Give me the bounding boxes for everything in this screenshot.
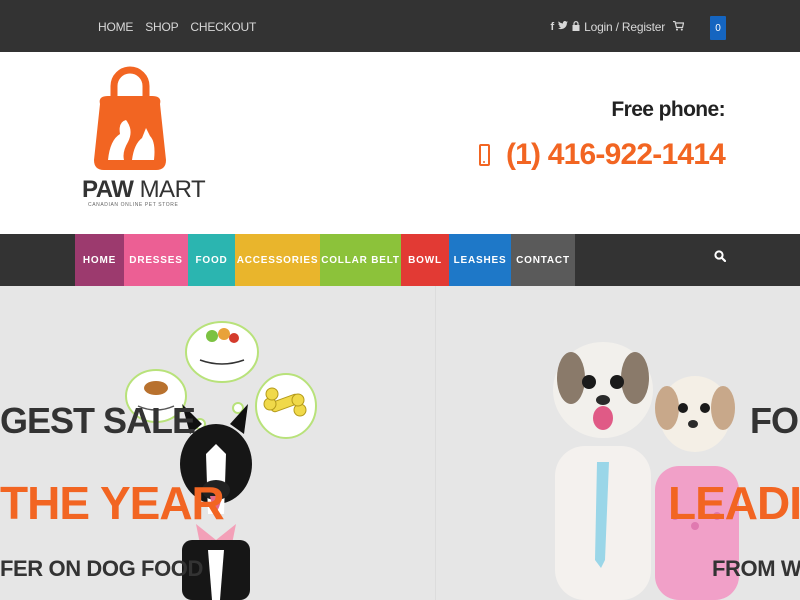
- category-menu: HOME DRESSES FOOD ACCESSORIES COLLAR BEL…: [75, 234, 575, 286]
- phone-number[interactable]: (1) 416-922-1414: [506, 138, 726, 172]
- top-nav-shop[interactable]: SHOP: [145, 20, 178, 34]
- site-header: PAW MART CANADIAN ONLINE PET STORE Free …: [0, 52, 800, 234]
- slide-left-caption: FER ON DOG FOOD: [0, 556, 204, 581]
- slide-right-heading: FOR: [750, 400, 800, 441]
- slide-right-subheading: LEADING: [668, 477, 800, 529]
- facebook-icon[interactable]: f: [550, 21, 554, 33]
- mobile-phone-icon: [478, 144, 490, 166]
- top-bar: HOME SHOP CHECKOUT f Login / Register 0: [0, 0, 800, 52]
- cart-count-badge[interactable]: 0: [710, 16, 726, 40]
- logo-wordmark: PAW MART: [82, 176, 206, 203]
- menu-item-bowl[interactable]: BOWL: [401, 234, 449, 286]
- top-nav-home[interactable]: HOME: [98, 20, 133, 34]
- menu-item-food[interactable]: FOOD: [188, 234, 235, 286]
- cart-icon[interactable]: [673, 20, 685, 34]
- main-nav: HOME DRESSES FOOD ACCESSORIES COLLAR BEL…: [0, 234, 800, 286]
- top-nav: HOME SHOP CHECKOUT: [98, 20, 268, 34]
- menu-item-collar-belt[interactable]: COLLAR BELT: [320, 234, 401, 286]
- lock-icon: [572, 20, 580, 34]
- account-links: f Login / Register: [550, 20, 688, 34]
- menu-item-contact[interactable]: CONTACT: [511, 234, 575, 286]
- slide-left-subheading: THE YEAR: [0, 477, 225, 529]
- slide-left-heading: GEST SALE: [0, 400, 196, 441]
- top-nav-checkout[interactable]: CHECKOUT: [190, 20, 256, 34]
- menu-item-leashes[interactable]: LEASHES: [449, 234, 511, 286]
- menu-item-home[interactable]: HOME: [75, 234, 124, 286]
- search-icon[interactable]: [714, 250, 726, 262]
- slide-divider: [435, 286, 436, 600]
- logo-tagline: CANADIAN ONLINE PET STORE: [88, 202, 179, 208]
- login-register-link[interactable]: Login / Register: [584, 20, 665, 34]
- free-phone-label: Free phone:: [611, 98, 725, 121]
- slide-right-caption: FROM WET N: [712, 556, 800, 581]
- twitter-icon[interactable]: [558, 21, 569, 33]
- menu-item-accessories[interactable]: ACCESSORIES: [235, 234, 320, 286]
- hero-slider: GEST SALE THE YEAR FER ON DOG FOOD FOR L…: [0, 286, 800, 600]
- menu-item-dresses[interactable]: DRESSES: [124, 234, 188, 286]
- phone-number-block: (1) 416-922-1414: [478, 138, 726, 172]
